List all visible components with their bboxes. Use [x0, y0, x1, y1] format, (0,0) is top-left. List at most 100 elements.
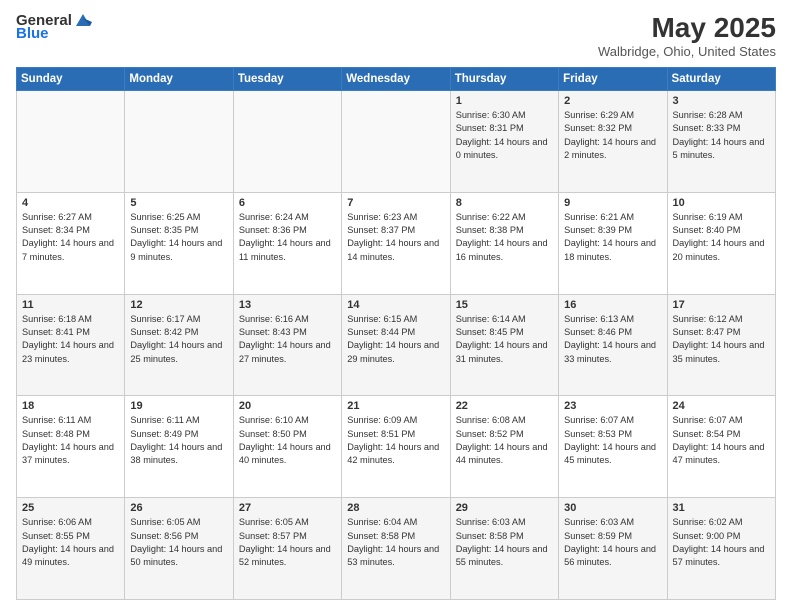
day-number: 13 [239, 299, 336, 311]
calendar-day-header: Saturday [667, 68, 775, 91]
calendar-cell: 29Sunrise: 6:03 AM Sunset: 8:58 PM Dayli… [450, 498, 558, 600]
day-info: Sunrise: 6:08 AM Sunset: 8:52 PM Dayligh… [456, 414, 553, 467]
day-info: Sunrise: 6:07 AM Sunset: 8:53 PM Dayligh… [564, 414, 661, 467]
day-number: 3 [673, 95, 770, 107]
calendar-cell: 31Sunrise: 6:02 AM Sunset: 9:00 PM Dayli… [667, 498, 775, 600]
calendar: SundayMondayTuesdayWednesdayThursdayFrid… [16, 67, 776, 600]
day-info: Sunrise: 6:03 AM Sunset: 8:59 PM Dayligh… [564, 516, 661, 569]
day-number: 7 [347, 197, 444, 209]
calendar-week-row: 25 Sunrise: 6:06 AM Sunset: 8:55 PM Dayli… [17, 498, 776, 600]
day-info: Sunrise: 6:14 AM Sunset: 8:45 PM Dayligh… [456, 313, 553, 366]
day-info: Sunrise: 6:05 AM Sunset: 8:56 PM Dayligh… [130, 516, 227, 569]
day-info: Sunrise: 6:05 AM Sunset: 8:57 PM Dayligh… [239, 516, 336, 569]
calendar-cell: 5 Sunrise: 6:25 AM Sunset: 8:35 PM Daylig… [125, 192, 233, 294]
day-info: Sunrise: 6:11 AM Sunset: 8:48 PM Dayligh… [22, 414, 119, 467]
main-title: May 2025 [598, 12, 776, 44]
day-number: 8 [456, 197, 553, 209]
title-block: May 2025 Walbridge, Ohio, United States [598, 12, 776, 59]
calendar-cell: 12 Sunrise: 6:17 AM Sunset: 8:42 PM Dayli… [125, 294, 233, 396]
calendar-cell: 23 Sunrise: 6:07 AM Sunset: 8:53 PM Dayli… [559, 396, 667, 498]
calendar-day-header: Tuesday [233, 68, 341, 91]
calendar-cell [17, 91, 125, 193]
logo-icon [74, 12, 92, 28]
day-info: Sunrise: 6:12 AM Sunset: 8:47 PM Dayligh… [673, 313, 770, 366]
day-number: 1 [456, 95, 553, 107]
calendar-week-row: 11 Sunrise: 6:18 AM Sunset: 8:41 PM Dayli… [17, 294, 776, 396]
day-info: Sunrise: 6:19 AM Sunset: 8:40 PM Dayligh… [673, 211, 770, 264]
calendar-cell: 26 Sunrise: 6:05 AM Sunset: 8:56 PM Dayli… [125, 498, 233, 600]
calendar-week-row: 1 Sunrise: 6:30 AM Sunset: 8:31 PM Daylig… [17, 91, 776, 193]
calendar-header-row: SundayMondayTuesdayWednesdayThursdayFrid… [17, 68, 776, 91]
calendar-cell: 16Sunrise: 6:13 AM Sunset: 8:46 PM Dayli… [559, 294, 667, 396]
day-number: 11 [22, 299, 119, 311]
day-info: Sunrise: 6:29 AM Sunset: 8:32 PM Dayligh… [564, 109, 661, 162]
day-number: 14 [347, 299, 444, 311]
calendar-cell: 9 Sunrise: 6:21 AM Sunset: 8:39 PM Daylig… [559, 192, 667, 294]
day-info: Sunrise: 6:25 AM Sunset: 8:35 PM Dayligh… [130, 211, 227, 264]
day-number: 5 [130, 197, 227, 209]
header: General Blue May 2025 Walbridge, Ohio, U… [16, 12, 776, 59]
day-number: 2 [564, 95, 661, 107]
day-info: Sunrise: 6:03 AM Sunset: 8:58 PM Dayligh… [456, 516, 553, 569]
day-info: Sunrise: 6:18 AM Sunset: 8:41 PM Dayligh… [22, 313, 119, 366]
day-info: Sunrise: 6:11 AM Sunset: 8:49 PM Dayligh… [130, 414, 227, 467]
day-info: Sunrise: 6:21 AM Sunset: 8:39 PM Dayligh… [564, 211, 661, 264]
logo: General Blue [16, 12, 92, 42]
subtitle: Walbridge, Ohio, United States [598, 44, 776, 59]
day-number: 28 [347, 502, 444, 514]
day-number: 19 [130, 400, 227, 412]
calendar-cell: 6 Sunrise: 6:24 AM Sunset: 8:36 PM Daylig… [233, 192, 341, 294]
calendar-cell: 28 Sunrise: 6:04 AM Sunset: 8:58 PM Dayli… [342, 498, 450, 600]
calendar-cell: 13Sunrise: 6:16 AM Sunset: 8:43 PM Dayli… [233, 294, 341, 396]
day-number: 31 [673, 502, 770, 514]
calendar-cell [233, 91, 341, 193]
calendar-cell: 27 Sunrise: 6:05 AM Sunset: 8:57 PM Dayli… [233, 498, 341, 600]
day-number: 18 [22, 400, 119, 412]
page: General Blue May 2025 Walbridge, Ohio, U… [0, 0, 792, 612]
day-number: 6 [239, 197, 336, 209]
day-number: 23 [564, 400, 661, 412]
calendar-cell: 18 Sunrise: 6:11 AM Sunset: 8:48 PM Dayli… [17, 396, 125, 498]
day-info: Sunrise: 6:04 AM Sunset: 8:58 PM Dayligh… [347, 516, 444, 569]
day-number: 30 [564, 502, 661, 514]
day-info: Sunrise: 6:17 AM Sunset: 8:42 PM Dayligh… [130, 313, 227, 366]
calendar-cell: 17Sunrise: 6:12 AM Sunset: 8:47 PM Dayli… [667, 294, 775, 396]
day-number: 27 [239, 502, 336, 514]
calendar-cell: 7 Sunrise: 6:23 AM Sunset: 8:37 PM Daylig… [342, 192, 450, 294]
calendar-cell [125, 91, 233, 193]
calendar-day-header: Wednesday [342, 68, 450, 91]
day-number: 20 [239, 400, 336, 412]
day-number: 26 [130, 502, 227, 514]
calendar-week-row: 4Sunrise: 6:27 AM Sunset: 8:34 PM Daylig… [17, 192, 776, 294]
calendar-cell: 14 Sunrise: 6:15 AM Sunset: 8:44 PM Dayli… [342, 294, 450, 396]
calendar-day-header: Friday [559, 68, 667, 91]
calendar-cell: 1 Sunrise: 6:30 AM Sunset: 8:31 PM Daylig… [450, 91, 558, 193]
calendar-cell: 30 Sunrise: 6:03 AM Sunset: 8:59 PM Dayli… [559, 498, 667, 600]
day-number: 10 [673, 197, 770, 209]
day-info: Sunrise: 6:27 AM Sunset: 8:34 PM Dayligh… [22, 211, 119, 264]
logo-blue: Blue [16, 25, 49, 42]
calendar-day-header: Thursday [450, 68, 558, 91]
calendar-day-header: Monday [125, 68, 233, 91]
calendar-cell: 8Sunrise: 6:22 AM Sunset: 8:38 PM Daylig… [450, 192, 558, 294]
calendar-day-header: Sunday [17, 68, 125, 91]
day-info: Sunrise: 6:24 AM Sunset: 8:36 PM Dayligh… [239, 211, 336, 264]
calendar-cell: 25 Sunrise: 6:06 AM Sunset: 8:55 PM Dayli… [17, 498, 125, 600]
day-number: 12 [130, 299, 227, 311]
day-info: Sunrise: 6:28 AM Sunset: 8:33 PM Dayligh… [673, 109, 770, 162]
calendar-cell: 15Sunrise: 6:14 AM Sunset: 8:45 PM Dayli… [450, 294, 558, 396]
day-info: Sunrise: 6:23 AM Sunset: 8:37 PM Dayligh… [347, 211, 444, 264]
calendar-cell: 3 Sunrise: 6:28 AM Sunset: 8:33 PM Daylig… [667, 91, 775, 193]
day-number: 21 [347, 400, 444, 412]
day-info: Sunrise: 6:30 AM Sunset: 8:31 PM Dayligh… [456, 109, 553, 162]
day-info: Sunrise: 6:07 AM Sunset: 8:54 PM Dayligh… [673, 414, 770, 467]
calendar-cell: 11 Sunrise: 6:18 AM Sunset: 8:41 PM Dayli… [17, 294, 125, 396]
day-number: 25 [22, 502, 119, 514]
day-number: 24 [673, 400, 770, 412]
day-number: 9 [564, 197, 661, 209]
calendar-cell: 20Sunrise: 6:10 AM Sunset: 8:50 PM Dayli… [233, 396, 341, 498]
day-info: Sunrise: 6:06 AM Sunset: 8:55 PM Dayligh… [22, 516, 119, 569]
day-info: Sunrise: 6:09 AM Sunset: 8:51 PM Dayligh… [347, 414, 444, 467]
day-info: Sunrise: 6:15 AM Sunset: 8:44 PM Dayligh… [347, 313, 444, 366]
calendar-cell: 2 Sunrise: 6:29 AM Sunset: 8:32 PM Daylig… [559, 91, 667, 193]
